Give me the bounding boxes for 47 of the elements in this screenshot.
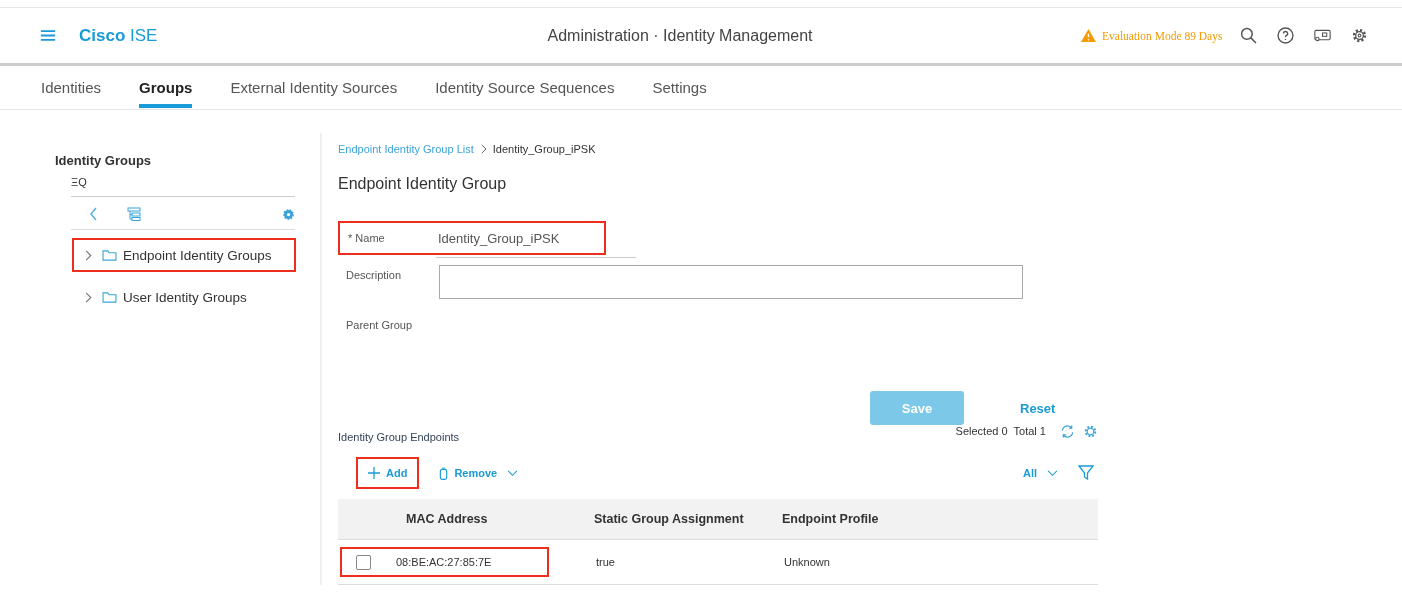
caret-icon — [1047, 469, 1058, 477]
field-label: Parent Group — [345, 319, 414, 331]
column-header: Static Group Assignment — [594, 512, 745, 526]
settings-icon[interactable] — [1351, 27, 1369, 44]
folder-icon — [102, 291, 117, 303]
search-field[interactable]: ΞQ — [71, 176, 295, 197]
search-icon[interactable] — [1240, 27, 1258, 44]
chevron-icon — [84, 291, 92, 303]
chevron-icon — [479, 144, 487, 154]
filter-icon[interactable] — [1078, 465, 1094, 481]
table-cell-text: Unknown — [784, 556, 831, 568]
page-title: Administration · Identity Management — [546, 26, 814, 45]
breadcrumb-current: Identity_Group_iPSK — [492, 143, 596, 155]
column-header: Endpoint Profile — [782, 512, 880, 526]
back-icon[interactable] — [89, 207, 99, 221]
row-checkbox[interactable] — [356, 554, 371, 570]
caret-icon — [507, 469, 519, 477]
tab[interactable]: External Identity Sources — [211, 66, 417, 109]
field-label: Description — [345, 268, 403, 283]
tree-item[interactable]: Endpoint Identity Groups — [72, 238, 296, 272]
tree-icon[interactable] — [127, 207, 141, 221]
section-title: Identity Group Endpoints — [338, 431, 461, 443]
plus-icon — [368, 467, 380, 479]
warning-icon — [1081, 29, 1096, 42]
name-field[interactable]: Identity_Group_iPSK — [438, 230, 598, 246]
trash-icon — [439, 466, 449, 480]
table-cell-text: true — [596, 556, 616, 568]
product-logo: Cisco ISE — [79, 25, 159, 46]
tab[interactable]: Identities — [22, 66, 121, 109]
tab[interactable]: Settings — [633, 66, 726, 109]
menu-icon[interactable] — [40, 29, 56, 42]
table-cell: 08:BE:AC:27:85:7E — [396, 556, 492, 568]
form-title: Endpoint Identity Group — [338, 175, 508, 193]
folder-icon — [102, 249, 117, 261]
sidebar-title: Identity Groups — [55, 153, 153, 168]
description-field[interactable] — [439, 265, 1023, 299]
selected-count: Selected 0 — [955, 425, 1008, 437]
chevron-icon — [84, 249, 92, 261]
field-label: * Name — [347, 232, 386, 244]
tab[interactable]: Identity Source Sequences — [416, 66, 634, 109]
column-header: MAC Address — [406, 512, 489, 526]
refresh-icon[interactable] — [1060, 423, 1075, 439]
help-icon[interactable] — [1277, 27, 1295, 44]
total-count: Total 1 — [1013, 425, 1046, 437]
monitor-icon[interactable] — [1314, 27, 1332, 44]
tree-item[interactable]: User Identity Groups — [72, 280, 296, 314]
tab[interactable]: Groups — [120, 66, 212, 109]
